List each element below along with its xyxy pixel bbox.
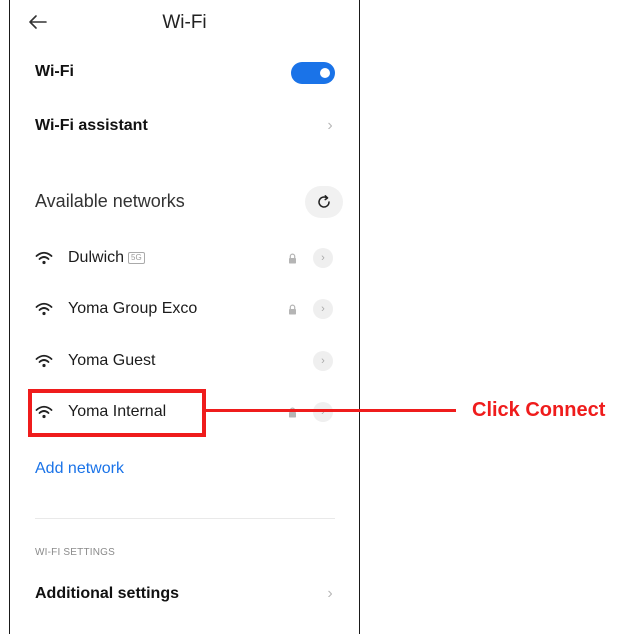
add-network-link[interactable]: Add network xyxy=(35,460,124,478)
chevron-right-icon[interactable]: › xyxy=(324,585,336,603)
callout-connector-line xyxy=(206,409,456,412)
lock-icon xyxy=(289,304,296,315)
wifi-signal-icon xyxy=(35,354,53,368)
network-row-yoma-guest[interactable]: Yoma Guest › xyxy=(10,343,359,383)
wifi-settings-caption: WI-FI SETTINGS xyxy=(35,547,116,558)
additional-settings-label[interactable]: Additional settings xyxy=(35,585,179,603)
network-name: Dulwich xyxy=(68,249,125,266)
wifi-settings-screen: Wi-Fi Wi-Fi Wi-Fi assistant › Available … xyxy=(9,0,360,634)
network-details-button[interactable]: › xyxy=(313,299,333,319)
callout-label: Click Connect xyxy=(472,399,606,421)
wifi-toggle-label: Wi-Fi xyxy=(35,63,74,80)
page-title: Wi-Fi xyxy=(162,12,207,33)
network-name: Yoma Group Exco xyxy=(68,300,198,317)
highlight-box xyxy=(28,389,206,437)
network-details-button[interactable]: › xyxy=(313,248,333,268)
wifi-toggle[interactable] xyxy=(291,62,335,84)
band-badge: 5G xyxy=(128,251,145,264)
divider xyxy=(35,518,335,519)
network-details-button[interactable]: › xyxy=(313,402,333,422)
wifi-assistant-label[interactable]: Wi-Fi assistant xyxy=(35,117,148,135)
network-details-button[interactable]: › xyxy=(313,351,333,371)
network-row-yoma-group-exco[interactable]: Yoma Group Exco › xyxy=(10,291,359,331)
available-networks-title: Available networks xyxy=(35,191,185,211)
lock-icon xyxy=(289,253,296,264)
wifi-signal-icon xyxy=(35,251,53,265)
network-row-dulwich[interactable]: Dulwich 5G › xyxy=(10,240,359,280)
refresh-button[interactable] xyxy=(305,186,343,218)
chevron-right-icon[interactable]: › xyxy=(324,117,336,135)
toggle-knob xyxy=(320,68,330,78)
wifi-signal-icon xyxy=(35,302,53,316)
network-name: Yoma Guest xyxy=(68,352,156,369)
refresh-icon xyxy=(318,195,330,208)
